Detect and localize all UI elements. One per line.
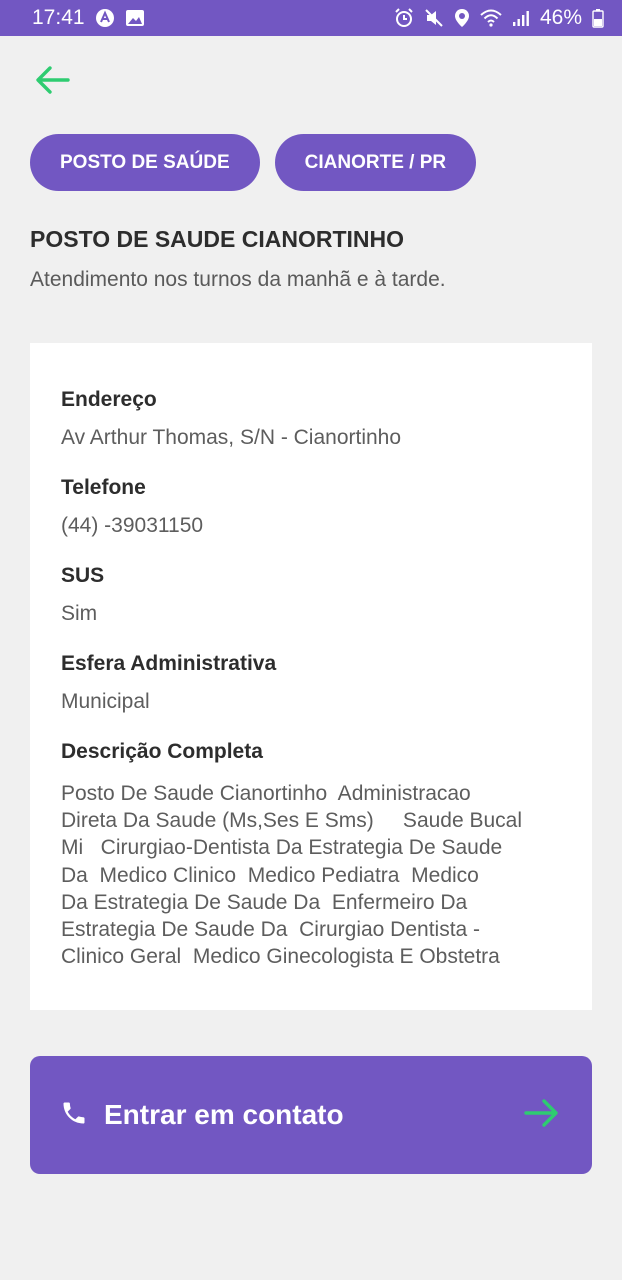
address-label: Endereço <box>61 388 157 411</box>
page-title: POSTO DE SAUDE CIANORTINHO <box>30 226 404 252</box>
sphere-label: Esfera Administrativa <box>61 652 277 675</box>
status-time: 17:41 <box>32 6 85 29</box>
signal-icon <box>512 9 530 27</box>
address-value: Av Arthur Thomas, S/N - Cianortinho <box>61 426 402 449</box>
arrow-right-icon <box>524 1098 560 1133</box>
battery-percent: 46% <box>539 6 582 29</box>
wifi-icon <box>480 8 502 28</box>
address-field: Endereço Av Arthur Thomas, S/N - Cianort… <box>61 385 561 452</box>
contact-button-label: Entrar em contato <box>104 1099 344 1130</box>
details-card: Endereço Av Arthur Thomas, S/N - Cianort… <box>30 343 592 1010</box>
page-subtitle: Atendimento nos turnos da manhã e à tard… <box>30 268 446 291</box>
description-value: Posto De Saude Cianortinho Administracao… <box>61 782 523 969</box>
mute-icon <box>424 8 444 28</box>
sus-value: Sim <box>61 602 98 625</box>
alarm-icon <box>394 8 414 28</box>
status-bar: 17:41 46% <box>0 0 622 36</box>
sphere-field: Esfera Administrativa Municipal <box>61 649 561 716</box>
phone-label: Telefone <box>61 476 146 499</box>
description-field: Descrição Completa Posto De Saude Cianor… <box>61 737 561 970</box>
sus-field: SUS Sim <box>61 561 561 628</box>
location-icon <box>454 8 470 28</box>
back-button[interactable] <box>30 62 74 102</box>
sus-label: SUS <box>61 564 105 587</box>
category-chips: POSTO DE SAÚDE CIANORTE / PR <box>30 134 477 191</box>
battery-icon <box>592 8 604 28</box>
arrow-left-icon <box>34 65 70 100</box>
chip-category[interactable]: POSTO DE SAÚDE <box>30 134 260 191</box>
phone-field: Telefone (44) -39031150 <box>61 473 561 540</box>
phone-value: (44) -39031150 <box>61 514 204 537</box>
phone-icon <box>60 1099 88 1132</box>
contact-button[interactable]: Entrar em contato <box>30 1056 592 1174</box>
chip-location[interactable]: CIANORTE / PR <box>274 134 477 191</box>
description-label: Descrição Completa <box>61 740 263 763</box>
sphere-value: Municipal <box>61 690 150 713</box>
image-icon <box>125 8 145 28</box>
app-a-icon <box>95 8 115 28</box>
